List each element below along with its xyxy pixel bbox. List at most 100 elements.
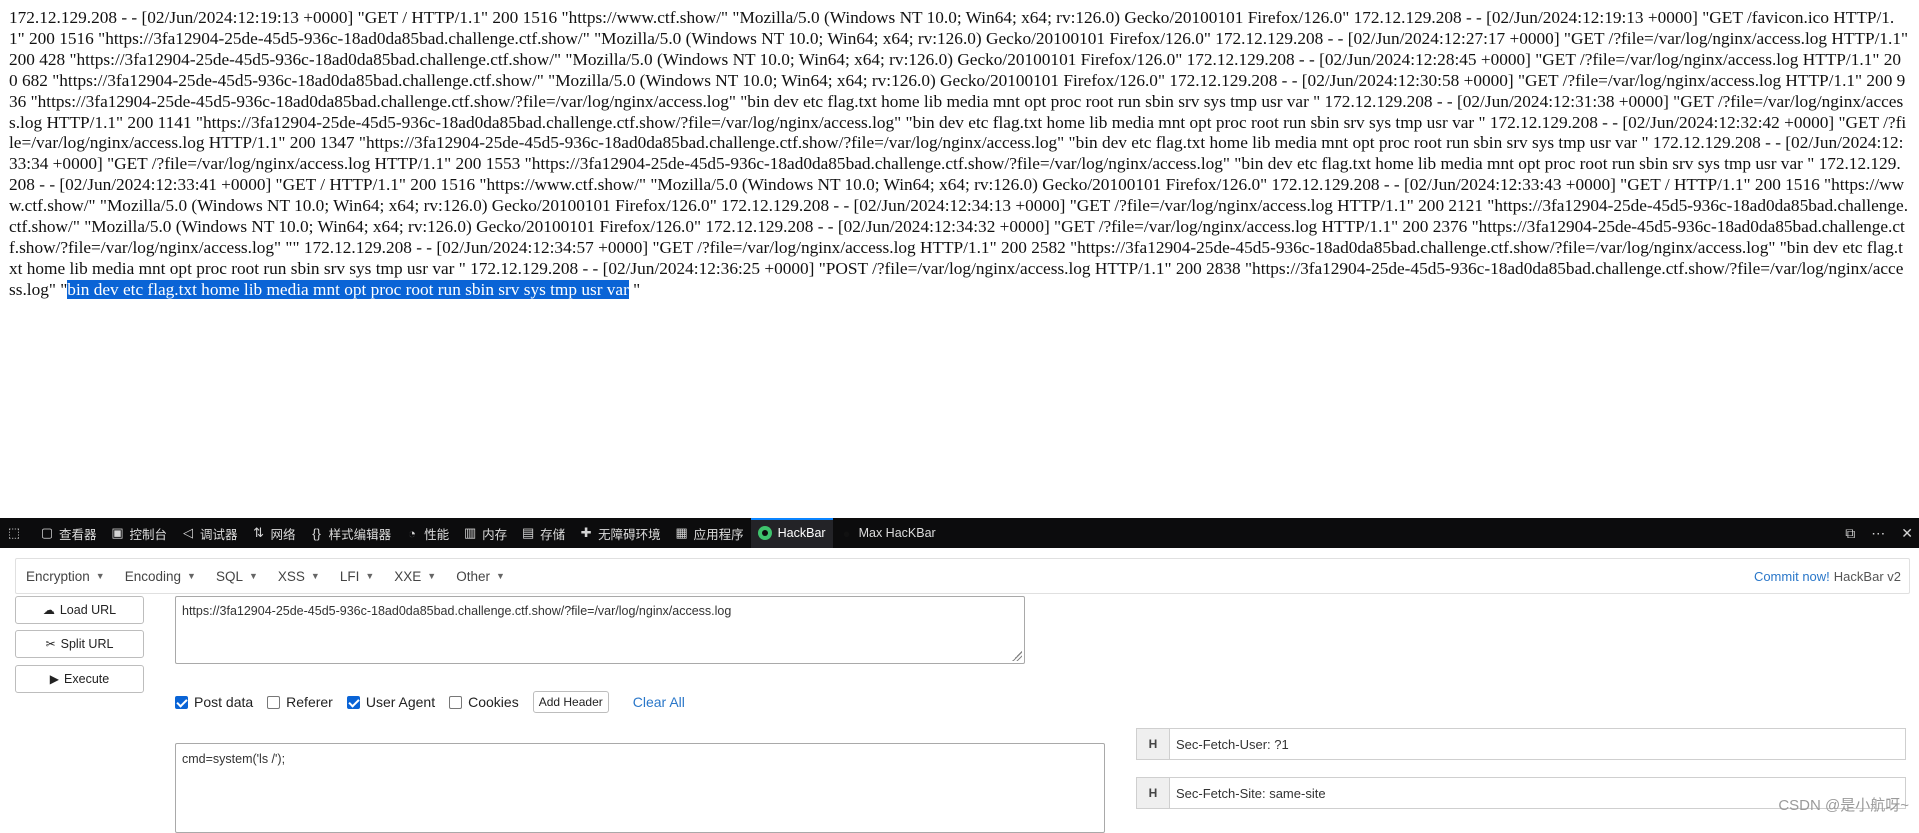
scissors-icon: ✂	[45, 637, 56, 651]
tab-accessibility[interactable]: ✚ 无障碍环境	[572, 518, 668, 548]
tab-label: 网络	[270, 527, 296, 542]
network-icon: ⇅	[253, 525, 264, 540]
devtools-window-controls: ⧉ ⋯ ✕	[1845, 518, 1913, 548]
add-header-button[interactable]: Add Header	[532, 691, 609, 713]
tab-max-hackbar[interactable]: ● Max HacKBar	[833, 518, 943, 548]
inspector-icon: ▢	[40, 525, 54, 540]
tab-label: 样式编辑器	[328, 527, 392, 542]
option-label: User Agent	[365, 694, 436, 710]
button-label: Execute	[64, 672, 110, 686]
play-icon: ▶	[49, 672, 60, 686]
menu-label: SQL	[215, 568, 243, 584]
post-data-textarea[interactable]: cmd=system('ls /');	[175, 743, 1105, 833]
chevron-down-icon: ▼	[495, 571, 505, 581]
watermark: CSDN @是小航呀~	[1778, 797, 1909, 814]
tab-style-editor[interactable]: {} 样式编辑器	[303, 518, 399, 548]
menu-label: Other	[456, 568, 490, 584]
tab-label: 应用程序	[693, 527, 744, 542]
menu-encryption[interactable]: Encryption ▼	[16, 569, 115, 584]
application-icon: ▦	[675, 525, 688, 540]
close-icon[interactable]: ✕	[1901, 525, 1913, 542]
dock-side-icon[interactable]: ⧉	[1845, 525, 1855, 542]
log-body: 172.12.129.208 - - [02/Jun/2024:12:19:13…	[9, 8, 1909, 299]
header-tag[interactable]: H	[1136, 777, 1170, 809]
load-url-button[interactable]: ☁ Load URL	[15, 596, 144, 624]
resize-grip-icon[interactable]	[1012, 651, 1022, 661]
storage-icon: ▤	[521, 525, 535, 540]
menu-label: LFI	[339, 568, 360, 584]
style-editor-icon: {}	[312, 525, 321, 541]
header-tag[interactable]: H	[1136, 728, 1170, 760]
cloud-download-icon: ☁	[42, 603, 55, 617]
chevron-down-icon: ▼	[95, 571, 105, 581]
devtools-toolbar: ⬚ ▢ 查看器 ▣ 控制台 ◁ 调试器 ⇅ 网络 {} 样式编辑器 ◔ 性能 ▥ 内存 ▤ 存储…	[0, 518, 1919, 548]
chevron-down-icon: ▼	[427, 571, 437, 581]
clear-all-link[interactable]: Clear All	[633, 694, 685, 710]
header-row: H Sec-Fetch-User: ?1	[1136, 728, 1906, 760]
menu-sql[interactable]: SQL ▼	[206, 569, 268, 584]
referer-checkbox[interactable]	[267, 695, 281, 709]
header-value-field[interactable]: Sec-Fetch-User: ?1	[1170, 728, 1906, 760]
tab-performance[interactable]: ◔ 性能	[398, 518, 456, 548]
user-agent-option[interactable]: User Agent	[346, 694, 436, 710]
option-label: Cookies	[468, 694, 519, 710]
more-options-icon[interactable]: ⋯	[1871, 525, 1885, 542]
menu-label: XSS	[277, 568, 305, 584]
option-label: Referer	[286, 694, 333, 710]
tab-label: 性能	[424, 527, 450, 542]
menu-xss[interactable]: XSS ▼	[268, 569, 330, 584]
tab-label: 无障碍环境	[598, 527, 661, 542]
user-agent-checkbox[interactable]	[346, 695, 360, 709]
commit-info: Commit now! HackBar v2	[1754, 559, 1901, 593]
chevron-down-icon: ▼	[365, 571, 375, 581]
tab-label: 内存	[482, 527, 508, 542]
cookies-option[interactable]: Cookies	[449, 694, 519, 710]
chevron-down-icon: ▼	[310, 571, 320, 581]
tab-debugger[interactable]: ◁ 调试器	[174, 518, 245, 548]
console-icon: ▣	[111, 525, 124, 540]
button-label: Load URL	[59, 603, 117, 617]
menu-encoding[interactable]: Encoding ▼	[115, 569, 206, 584]
menu-label: Encryption	[26, 568, 90, 584]
post-data-checkbox[interactable]	[175, 695, 188, 709]
post-body-value: cmd=system('ls /');	[182, 752, 286, 766]
menu-xxe[interactable]: XXE ▼	[384, 569, 446, 584]
memory-icon: ▥	[463, 525, 477, 540]
menu-label: XXE	[394, 568, 422, 584]
accessibility-icon: ✚	[580, 525, 592, 540]
referer-option[interactable]: Referer	[267, 694, 333, 710]
access-log-text: 172.12.129.208 - - [02/Jun/2024:12:19:13…	[9, 8, 1909, 301]
tab-label: 存储	[540, 527, 566, 542]
tab-label: Max HacKBar	[858, 526, 936, 540]
chevron-down-icon: ▼	[248, 571, 258, 581]
selected-text: bin dev etc flag.txt home lib media mnt …	[67, 279, 629, 299]
tab-storage[interactable]: ▤ 存储	[514, 518, 572, 548]
url-textarea[interactable]: https://3fa12904-25de-45d5-936c-18ad0da8…	[175, 596, 1025, 664]
tab-application[interactable]: ▦ 应用程序	[668, 518, 751, 548]
cookies-checkbox[interactable]	[449, 695, 463, 709]
hackbar-version: HackBar v2	[1833, 568, 1901, 584]
menu-lfi[interactable]: LFI ▼	[330, 569, 384, 584]
request-options: Post data Referer User Agent Cookies Add…	[175, 690, 685, 714]
button-label: Split URL	[60, 637, 114, 651]
url-value: https://3fa12904-25de-45d5-936c-18ad0da8…	[182, 604, 732, 618]
menu-other[interactable]: Other ▼	[446, 569, 515, 584]
chevron-down-icon: ▼	[187, 571, 196, 581]
hackbar-menu: Encryption ▼ Encoding ▼ SQL ▼ XSS ▼ LFI ▼ XXE…	[15, 558, 1910, 594]
tab-network[interactable]: ⇅ 网络	[245, 518, 303, 548]
tab-memory[interactable]: ▥ 内存	[456, 518, 514, 548]
tab-inspector[interactable]: ▢ 查看器	[33, 518, 104, 548]
execute-button[interactable]: ▶ Execute	[15, 665, 144, 693]
split-url-button[interactable]: ✂ Split URL	[15, 630, 144, 658]
tab-label: 查看器	[59, 527, 97, 542]
menu-label: Encoding	[124, 568, 182, 584]
tab-label: HackBar	[777, 526, 826, 540]
tab-hackbar[interactable]: HackBar	[750, 518, 833, 548]
commit-now-link[interactable]: Commit now!	[1754, 569, 1830, 584]
tab-console[interactable]: ▣ 控制台	[104, 518, 175, 548]
tab-label: 控制台	[129, 527, 168, 542]
element-picker-button[interactable]: ⬚	[0, 518, 33, 548]
option-label: Post data	[194, 694, 254, 710]
post-data-option[interactable]: Post data	[175, 694, 253, 710]
max-hackbar-icon: ●	[842, 525, 851, 541]
